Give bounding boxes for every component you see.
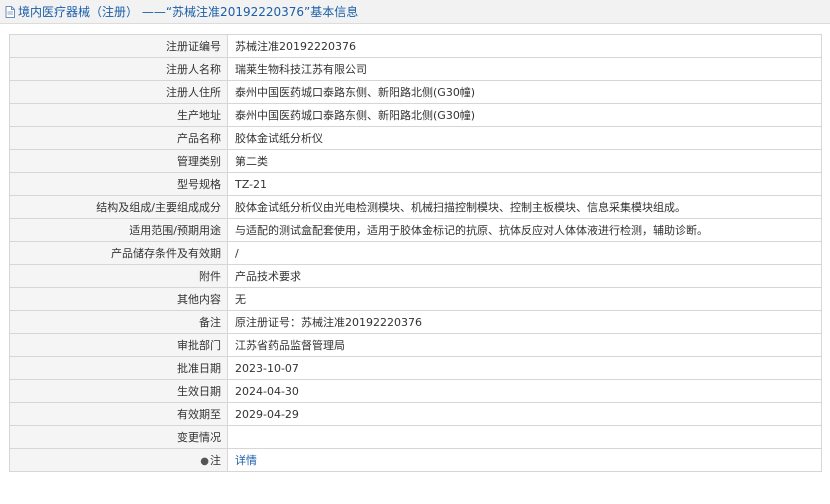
- field-label: 型号规格: [9, 172, 228, 196]
- info-table: 注册证编号 苏械注准20192220376 注册人名称 瑞莱生物科技江苏有限公司 注册人…: [9, 34, 822, 472]
- field-label: 注册人名称: [9, 57, 228, 81]
- field-value: 胶体金试纸分析仪由光电检测模块、机械扫描控制模块、控制主板模块、信息采集模块组成…: [227, 195, 822, 219]
- table-row: 其他内容无: [9, 287, 822, 311]
- field-value: /: [227, 241, 822, 265]
- field-label: 注册人住所: [9, 80, 228, 104]
- field-label: 备注: [9, 310, 228, 334]
- field-value: 胶体金试纸分析仪: [227, 126, 822, 150]
- table-row: 附件 产品技术要求: [9, 264, 822, 288]
- field-label: 其他内容: [9, 287, 228, 311]
- document-icon: [5, 5, 15, 18]
- page-title: 境内医疗器械（注册） ——“苏械注准20192220376”基本信息: [18, 3, 358, 20]
- field-value: 原注册证号：苏械注准20192220376: [227, 310, 822, 334]
- field-label: 附件: [9, 264, 228, 288]
- field-label: 产品名称: [9, 126, 228, 150]
- note-value-cell: 详情: [227, 448, 822, 472]
- table-row: 生产地址 泰州中国医药城口泰路东侧、新阳路北侧(G30幢): [9, 103, 822, 127]
- field-label: 有效期至: [9, 402, 228, 426]
- table-row: 备注 原注册证号：苏械注准20192220376: [9, 310, 822, 334]
- table-row: 批准日期 2023-10-07: [9, 356, 822, 380]
- details-link[interactable]: 详情: [235, 454, 257, 467]
- table-row: 注册人名称 瑞莱生物科技江苏有限公司: [9, 57, 822, 81]
- table-row: 有效期至 2029-04-29: [9, 402, 822, 426]
- note-row: ●注 详情: [9, 448, 822, 472]
- field-value: TZ-21: [227, 172, 822, 196]
- field-label: 注册证编号: [9, 34, 228, 58]
- field-label: 管理类别: [9, 149, 228, 173]
- field-value: 2024-04-30: [227, 379, 822, 403]
- table-row: 注册证编号 苏械注准20192220376: [9, 34, 822, 58]
- field-value: 产品技术要求: [227, 264, 822, 288]
- note-label: 注: [210, 454, 221, 467]
- breadcrumb-section[interactable]: 境内医疗器械（注册）: [18, 5, 138, 19]
- field-label: 结构及组成/主要组成成分: [9, 195, 228, 219]
- note-label-cell: ●注: [9, 448, 228, 472]
- field-value: 瑞莱生物科技江苏有限公司: [227, 57, 822, 81]
- table-row: 适用范围/预期用途 与适配的测试盒配套使用，适用于胶体金标记的抗原、抗体反应对人体…: [9, 218, 822, 242]
- table-row: 型号规格 TZ-21: [9, 172, 822, 196]
- table-row: 管理类别 第二类: [9, 149, 822, 173]
- table-row: 生效日期 2024-04-30: [9, 379, 822, 403]
- title-separator: ——: [141, 5, 166, 19]
- field-value: 江苏省药品监督管理局: [227, 333, 822, 357]
- table-row: 注册人住所 泰州中国医药城口泰路东侧、新阳路北侧(G30幢): [9, 80, 822, 104]
- table-row: 审批部门 江苏省药品监督管理局: [9, 333, 822, 357]
- table-row: 结构及组成/主要组成成分 胶体金试纸分析仪由光电检测模块、机械扫描控制模块、控制主…: [9, 195, 822, 219]
- field-value: 苏械注准20192220376: [227, 34, 822, 58]
- field-value: 第二类: [227, 149, 822, 173]
- field-label: 生产地址: [9, 103, 228, 127]
- field-value: 2023-10-07: [227, 356, 822, 380]
- pin-icon: ●: [200, 456, 209, 467]
- page-header: 境内医疗器械（注册） ——“苏械注准20192220376”基本信息: [0, 0, 830, 24]
- field-value: [227, 425, 822, 449]
- table-row: 产品名称 胶体金试纸分析仪: [9, 126, 822, 150]
- field-value: 2029-04-29: [227, 402, 822, 426]
- field-label: 产品储存条件及有效期: [9, 241, 228, 265]
- field-value: 无: [227, 287, 822, 311]
- field-label: 批准日期: [9, 356, 228, 380]
- record-title: “苏械注准20192220376”基本信息: [165, 5, 359, 19]
- field-value: 泰州中国医药城口泰路东侧、新阳路北侧(G30幢): [227, 80, 822, 104]
- field-value: 泰州中国医药城口泰路东侧、新阳路北侧(G30幢): [227, 103, 822, 127]
- table-row: 变更情况: [9, 425, 822, 449]
- field-label: 变更情况: [9, 425, 228, 449]
- field-label: 审批部门: [9, 333, 228, 357]
- field-label: 适用范围/预期用途: [9, 218, 228, 242]
- field-label: 生效日期: [9, 379, 228, 403]
- field-value: 与适配的测试盒配套使用，适用于胶体金标记的抗原、抗体反应对人体体液进行检测，辅助…: [227, 218, 822, 242]
- table-row: 产品储存条件及有效期 /: [9, 241, 822, 265]
